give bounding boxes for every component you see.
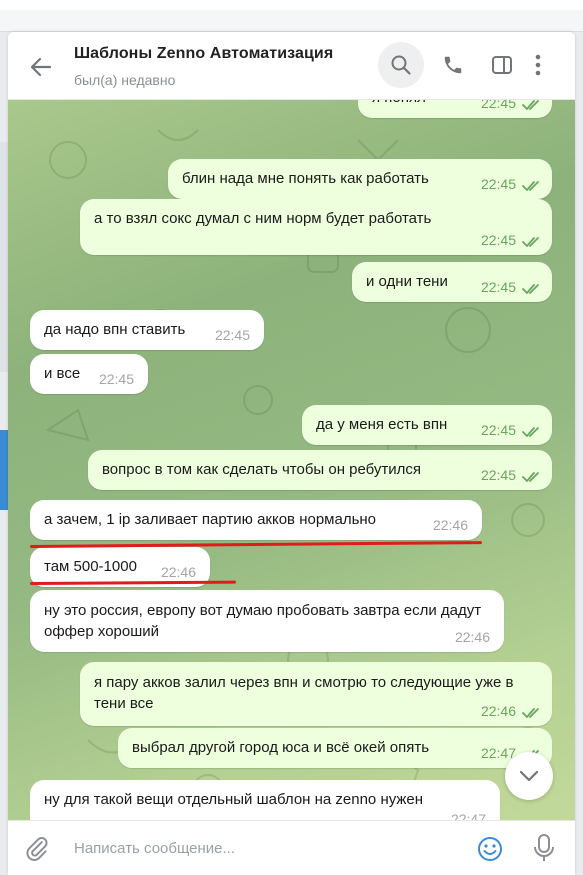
outgoing-message[interactable]: выбрал другой город юса и всё окей опять… — [118, 728, 552, 768]
double-check-icon — [522, 100, 542, 110]
message-time: 22:45 — [480, 422, 516, 438]
search-button[interactable] — [378, 42, 424, 88]
message-text: там 500-1000 — [44, 558, 137, 575]
background-left-panel — [0, 32, 8, 875]
message-text: а зачем, 1 ip заливает партию акков норм… — [44, 511, 377, 528]
message-text: я пару акков залил через впн и смотрю то… — [94, 674, 514, 712]
message-time: 22:45 — [214, 327, 250, 343]
attach-button[interactable] — [24, 835, 50, 865]
back-arrow-icon[interactable] — [28, 54, 54, 80]
outgoing-message[interactable]: да у меня есть впн 22:45 — [302, 405, 552, 445]
outgoing-message[interactable]: а то взял сокс думал с ним норм будет ра… — [80, 199, 552, 255]
emoji-icon — [478, 837, 502, 861]
message-time: 22:46 — [480, 703, 516, 719]
outgoing-message[interactable]: я пару акков залил через впн и смотрю то… — [80, 662, 552, 726]
incoming-message[interactable]: а зачем, 1 ip заливает партию акков норм… — [30, 500, 482, 540]
voice-button[interactable] — [533, 833, 555, 867]
message-time: 22:46 — [432, 517, 468, 533]
outgoing-message[interactable]: я понял 22:45 — [358, 100, 552, 118]
chat-window: Шаблоны Zenno Автоматизация был(а) недав… — [8, 32, 575, 875]
message-time: 22:46 — [454, 629, 490, 645]
toggle-sidebar-button[interactable] — [479, 42, 525, 88]
message-input[interactable]: Написать сообщение... — [74, 840, 235, 857]
double-check-icon — [522, 470, 542, 482]
chevron-down-icon — [519, 770, 539, 782]
message-text: вопрос в том как сделать чтобы он ребути… — [102, 461, 422, 478]
more-icon — [535, 54, 541, 76]
message-time: 22:45 — [480, 100, 516, 111]
outgoing-message[interactable]: вопрос в том как сделать чтобы он ребути… — [88, 450, 552, 490]
double-check-icon — [522, 706, 542, 718]
background-right-panel — [575, 32, 583, 875]
outgoing-message[interactable]: блин нада мне понять как работать 22:45 — [168, 159, 552, 199]
chat-title[interactable]: Шаблоны Zenno Автоматизация — [74, 45, 333, 63]
browser-top-bar — [0, 0, 583, 32]
search-icon — [391, 55, 411, 75]
double-check-icon — [522, 179, 542, 191]
message-text: да у меня есть впн — [316, 416, 448, 433]
message-time: 22:45 — [480, 467, 516, 483]
phone-icon — [444, 56, 462, 74]
emoji-button[interactable] — [476, 835, 504, 867]
incoming-message[interactable]: ну для такой вещи отдельный шаблон на ze… — [30, 780, 500, 820]
chat-header: Шаблоны Zenno Автоматизация был(а) недав… — [8, 32, 575, 100]
message-time: 22:46 — [160, 564, 196, 580]
side-panel-icon — [492, 56, 512, 74]
more-button[interactable] — [523, 42, 553, 88]
mic-icon — [534, 834, 554, 861]
chat-status: был(а) недавно — [74, 72, 176, 88]
paperclip-icon — [26, 837, 48, 861]
message-time: 22:45 — [480, 176, 516, 192]
message-time: 22:47 — [450, 811, 486, 820]
outgoing-message[interactable]: и одни тени 22:45 — [352, 262, 552, 302]
message-composer: Написать сообщение... — [8, 820, 575, 875]
message-text: я понял — [372, 100, 426, 106]
double-check-icon — [522, 235, 542, 247]
call-button[interactable] — [430, 42, 476, 88]
message-time: 22:45 — [98, 371, 134, 387]
message-time: 22:45 — [480, 232, 516, 248]
message-text: ну для такой вещи отдельный шаблон на ze… — [44, 791, 424, 808]
incoming-message[interactable]: и все 22:45 — [30, 354, 148, 394]
message-time: 22:45 — [480, 279, 516, 295]
message-text: да надо впн ставить — [44, 321, 186, 338]
message-text: и одни тени — [366, 273, 448, 290]
double-check-icon — [522, 425, 542, 437]
incoming-message[interactable]: ну это россия, европу вот думаю пробоват… — [30, 590, 504, 652]
incoming-message[interactable]: да надо впн ставить 22:45 — [30, 310, 264, 350]
message-text: и все — [44, 365, 81, 382]
message-text: а то взял сокс думал с ним норм будет ра… — [94, 210, 432, 227]
message-text: выбрал другой город юса и всё окей опять — [132, 739, 430, 756]
message-text: ну это россия, европу вот думаю пробоват… — [44, 602, 482, 640]
double-check-icon — [522, 282, 542, 294]
scroll-down-button[interactable] — [505, 752, 553, 800]
message-text: блин нада мне понять как работать — [182, 170, 429, 187]
message-list[interactable]: я понял22:45блин нада мне понять как раб… — [8, 100, 575, 820]
